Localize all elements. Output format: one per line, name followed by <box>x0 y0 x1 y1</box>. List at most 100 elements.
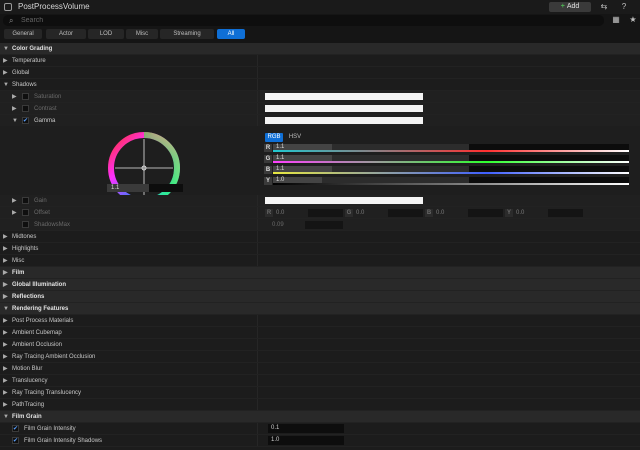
contrast-color-swatch[interactable] <box>265 105 423 112</box>
row-post-process-materials[interactable]: ▶ Post Process Materials <box>0 315 640 327</box>
chevron-right-icon: ▶ <box>3 58 8 64</box>
section-rendering-features[interactable]: ▼ Rendering Features <box>0 303 640 315</box>
row-rt-ambient-occlusion[interactable]: ▶ Ray Tracing Ambient Occlusion <box>0 351 640 363</box>
section-reflections[interactable]: ▶ Reflections <box>0 291 640 303</box>
row-label: Ray Tracing Ambient Occlusion <box>12 354 96 360</box>
row-label: ShadowsMax <box>34 222 71 228</box>
star-icon[interactable]: ★ <box>627 15 639 25</box>
row-global[interactable]: ▶ Global <box>0 67 640 79</box>
row-label: Global <box>12 70 30 76</box>
row-label: Motion Blur <box>12 366 43 372</box>
channel-y[interactable]: Y 1.0 <box>264 177 630 186</box>
contrast-checkbox[interactable] <box>22 105 29 112</box>
tab-lod[interactable]: LOD <box>88 29 124 39</box>
value-column <box>257 387 640 398</box>
hsv-mode-button[interactable]: HSV <box>286 133 304 142</box>
channel-gradient <box>273 161 629 163</box>
details-panel: ▼ Color Grading ▶ Temperature ▶ Global ▼… <box>0 43 640 450</box>
row-ambient-occlusion[interactable]: ▶ Ambient Occlusion <box>0 339 640 351</box>
section-film[interactable]: ▶ Film <box>0 267 640 279</box>
search-row: ⌕ ▦ ★ <box>0 14 640 28</box>
chevron-down-icon: ▼ <box>3 414 9 420</box>
film-grain-intensity-shadows-checkbox[interactable]: ✔ <box>12 437 19 444</box>
chevron-right-icon[interactable]: ▶ <box>12 105 17 113</box>
chevron-right-icon: ▶ <box>3 330 8 336</box>
film-grain-intensity-input[interactable]: 0.1 <box>268 424 344 433</box>
chevron-right-icon[interactable]: ▶ <box>12 197 17 205</box>
tab-actor[interactable]: Actor <box>46 29 86 39</box>
saturation-checkbox[interactable] <box>22 93 29 100</box>
row-translucency[interactable]: ▶ Translucency <box>0 375 640 387</box>
chevron-right-icon: ▶ <box>3 378 8 384</box>
row-label: Gamma <box>34 118 56 124</box>
rgb-mode-button[interactable]: RGB <box>265 133 283 142</box>
gamma-color-swatch[interactable] <box>265 117 423 124</box>
tab-streaming[interactable]: Streaming <box>160 29 214 39</box>
offset-checkbox[interactable] <box>22 209 29 216</box>
row-label: Post Process Materials <box>12 318 74 324</box>
chevron-right-icon: ▶ <box>3 366 8 372</box>
gain-checkbox[interactable] <box>22 197 29 204</box>
row-shadows[interactable]: ▼ Shadows <box>0 79 640 91</box>
film-grain-intensity-checkbox[interactable]: ✔ <box>12 425 19 432</box>
row-motion-blur[interactable]: ▶ Motion Blur <box>0 363 640 375</box>
section-color-grading[interactable]: ▼ Color Grading <box>0 43 640 55</box>
film-grain-intensity-shadows-input[interactable]: 1.0 <box>268 436 344 445</box>
row-label: Gain <box>34 198 47 204</box>
tab-misc[interactable]: Misc <box>126 29 158 39</box>
row-label: Saturation <box>34 94 62 100</box>
section-film-grain[interactable]: ▼ Film Grain <box>0 411 640 423</box>
offset-key-b: B <box>425 209 433 217</box>
row-label: Midtones <box>12 234 37 240</box>
section-label: Film Grain <box>12 414 42 420</box>
chevron-right-icon: ▶ <box>3 402 8 408</box>
offset-key-g: G <box>345 209 353 217</box>
chevron-right-icon[interactable]: ▶ <box>12 93 17 101</box>
row-label: Contrast <box>34 106 57 112</box>
row-misc[interactable]: ▶ Misc <box>0 255 640 267</box>
shadows-max-track <box>305 221 343 229</box>
tab-general[interactable]: General <box>4 29 42 39</box>
shadows-max-checkbox[interactable] <box>22 221 29 228</box>
section-global-illumination[interactable]: ▶ Global Illumination <box>0 279 640 291</box>
channel-r[interactable]: R 1.1 <box>264 144 630 153</box>
chevron-right-icon: ▶ <box>3 270 8 276</box>
row-rt-translucency[interactable]: ▶ Ray Tracing Translucency <box>0 387 640 399</box>
gain-color-swatch[interactable] <box>265 197 423 204</box>
panel-toggle-icon[interactable]: ⇆ <box>598 2 610 12</box>
search-input[interactable] <box>21 15 591 26</box>
channel-g[interactable]: G 1.1 <box>264 155 630 164</box>
value-column <box>257 327 640 338</box>
gamma-checkbox[interactable]: ✔ <box>22 117 29 124</box>
section-label: Global Illumination <box>12 282 66 288</box>
row-label: Film Grain Intensity <box>24 426 76 432</box>
wheel-value-field[interactable]: 1.1 <box>107 184 183 192</box>
tab-all[interactable]: All <box>217 29 245 39</box>
settings-icon[interactable]: ▦ <box>610 15 622 25</box>
row-highlights[interactable]: ▶ Highlights <box>0 243 640 255</box>
chevron-down-icon: ▼ <box>3 82 9 88</box>
offset-key-r: R <box>265 209 273 217</box>
row-label: Film Grain Intensity Shadows <box>24 438 103 444</box>
row-midtones[interactable]: ▶ Midtones <box>0 231 640 243</box>
saturation-color-swatch[interactable] <box>265 93 423 100</box>
row-label: Temperature <box>12 58 46 64</box>
chevron-right-icon: ▶ <box>3 234 8 240</box>
offset-key-y: Y <box>505 209 513 217</box>
channel-b[interactable]: B 1.1 <box>264 166 630 175</box>
row-label: Translucency <box>12 378 48 384</box>
chevron-right-icon: ▶ <box>3 70 8 76</box>
row-path-tracing[interactable]: ▶ PathTracing <box>0 399 640 411</box>
chevron-right-icon: ▶ <box>3 294 8 300</box>
row-ambient-cubemap[interactable]: ▶ Ambient Cubemap <box>0 327 640 339</box>
channel-key: R <box>264 144 272 152</box>
channel-key: B <box>264 166 272 174</box>
chevron-right-icon[interactable]: ▶ <box>12 209 17 217</box>
help-icon[interactable]: ? <box>618 2 630 12</box>
add-button[interactable]: + Add <box>549 2 591 12</box>
row-label: Ambient Occlusion <box>12 342 63 348</box>
row-temperature[interactable]: ▶ Temperature <box>0 55 640 67</box>
shadows-max-value[interactable]: 0.09 <box>272 221 284 229</box>
chevron-down-icon[interactable]: ▼ <box>12 117 18 125</box>
row-label: Offset <box>34 210 50 216</box>
